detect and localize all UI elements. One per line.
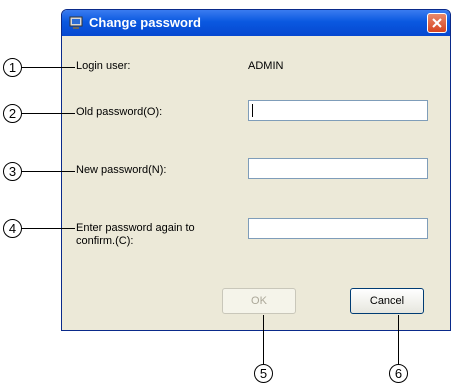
callout-line-3 [20,171,75,172]
close-icon [432,18,442,28]
confirm-password-label-line1: Enter password again to [76,222,195,234]
callout-number-6: 6 [389,364,408,383]
change-password-dialog: Change password Login user: ADMIN Old pa… [61,9,451,331]
old-password-label: Old password(O): [76,106,163,118]
callout-number-3: 3 [3,162,22,181]
callout-number-1: 1 [3,58,22,77]
text-caret [252,104,253,117]
callout-line-2 [20,113,75,114]
new-password-field[interactable] [248,158,428,179]
cancel-button[interactable]: Cancel [350,288,424,314]
login-user-label: Login user: [76,60,131,72]
computer-icon [68,15,84,31]
callout-line-5 [263,315,264,365]
callout-number-5: 5 [254,364,273,383]
callout-number-2: 2 [3,104,22,123]
callout-line-1 [20,67,75,68]
callout-line-4 [20,228,75,229]
close-button[interactable] [427,13,447,33]
dialog-title: Change password [89,15,201,30]
new-password-label: New password(N): [76,164,167,176]
old-password-field[interactable] [248,100,428,121]
login-user-value: ADMIN [248,60,284,72]
confirm-password-field[interactable] [248,218,428,239]
callout-line-6 [398,315,399,365]
title-bar[interactable]: Change password [62,10,450,36]
ok-button[interactable]: OK [222,288,296,314]
callout-number-4: 4 [3,219,22,238]
confirm-password-label-line2: confirm.(C): [76,235,134,247]
